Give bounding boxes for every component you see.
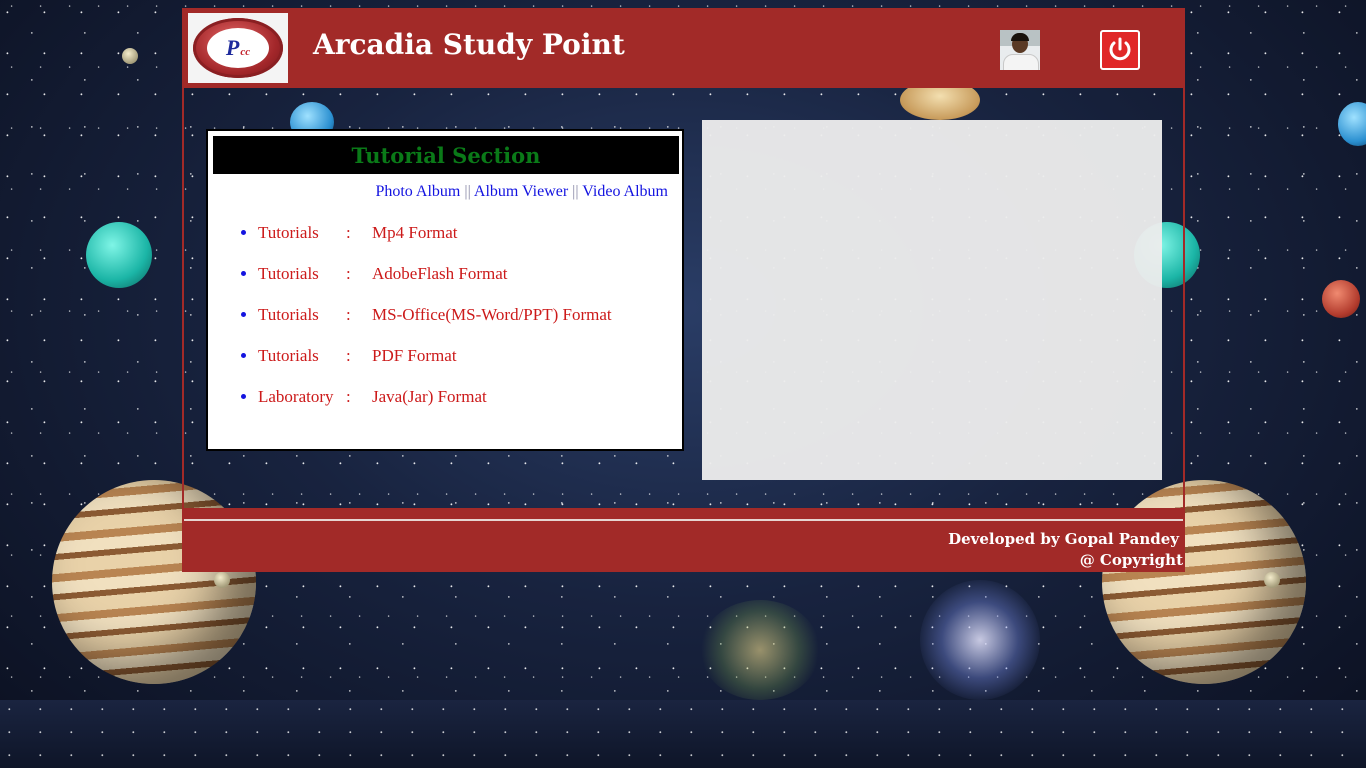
content-viewer-panel — [702, 120, 1162, 480]
album-viewer-link[interactable]: Album Viewer — [474, 183, 568, 200]
nebula-decoration — [920, 580, 1040, 700]
java-jar-format-link[interactable]: Java(Jar) Format — [372, 387, 487, 406]
avatar-shirt — [1003, 54, 1039, 70]
item-colon: : — [346, 305, 351, 324]
avatar-hair — [1011, 33, 1029, 41]
moon-decoration — [1264, 572, 1280, 588]
item-label: Tutorials — [258, 264, 319, 283]
item-label: Tutorials — [258, 305, 319, 324]
album-links: Photo Album || Album Viewer || Video Alb… — [375, 183, 668, 201]
list-item: Tutorials: MS-Office(MS-Word/PPT) Format — [258, 305, 612, 346]
item-label: Tutorials — [258, 223, 319, 242]
site-title: Arcadia Study Point — [313, 28, 625, 61]
tutorial-heading: Tutorial Section — [213, 136, 679, 174]
adobeflash-format-link[interactable]: AdobeFlash Format — [372, 264, 508, 283]
logo-text: Pcc — [207, 28, 269, 68]
list-item: Tutorials: AdobeFlash Format — [258, 264, 612, 305]
footer-divider — [184, 519, 1183, 521]
list-item: Laboratory: Java(Jar) Format — [258, 387, 612, 428]
item-colon: : — [346, 346, 351, 365]
power-symbol — [1109, 37, 1131, 61]
background-strip — [0, 700, 1366, 768]
planet-decoration — [1338, 102, 1366, 146]
page-container: Pcc Arcadia Study Point Tutorial Section… — [182, 8, 1185, 572]
developer-credit: Developed by Gopal Pandey — [948, 530, 1179, 548]
pdf-format-link[interactable]: PDF Format — [372, 346, 457, 365]
moon-decoration — [122, 48, 138, 64]
tutorial-list: Tutorials: Mp4 Format Tutorials: AdobeFlas… — [238, 223, 612, 428]
planet-decoration — [86, 222, 152, 288]
tutorial-panel: Tutorial Section Photo Album || Album Vi… — [206, 129, 684, 451]
logo-emblem: Pcc — [193, 18, 283, 78]
item-colon: : — [346, 387, 351, 406]
footer: Developed by Gopal Pandey @ Copyright — [182, 510, 1185, 572]
list-item: Tutorials: Mp4 Format — [258, 223, 612, 264]
moon-decoration — [214, 572, 230, 588]
link-separator: || — [464, 183, 471, 200]
header: Pcc Arcadia Study Point — [182, 8, 1185, 88]
list-item: Tutorials: PDF Format — [258, 346, 612, 387]
item-label: Laboratory — [258, 387, 334, 406]
user-avatar-icon[interactable] — [1000, 30, 1040, 70]
item-label: Tutorials — [258, 346, 319, 365]
msoffice-format-link[interactable]: MS-Office(MS-Word/PPT) Format — [372, 305, 612, 324]
copyright-text: @ Copyright — [1079, 551, 1183, 569]
item-colon: : — [346, 223, 351, 242]
planet-decoration — [1322, 280, 1360, 318]
photo-album-link[interactable]: Photo Album — [375, 183, 460, 200]
item-colon: : — [346, 264, 351, 283]
nebula-decoration — [700, 600, 820, 700]
link-separator: || — [572, 183, 579, 200]
power-icon[interactable] — [1100, 30, 1140, 70]
site-logo[interactable]: Pcc — [188, 13, 288, 83]
video-album-link[interactable]: Video Album — [582, 183, 668, 200]
mp4-format-link[interactable]: Mp4 Format — [372, 223, 457, 242]
main-content: Tutorial Section Photo Album || Album Vi… — [182, 88, 1185, 510]
